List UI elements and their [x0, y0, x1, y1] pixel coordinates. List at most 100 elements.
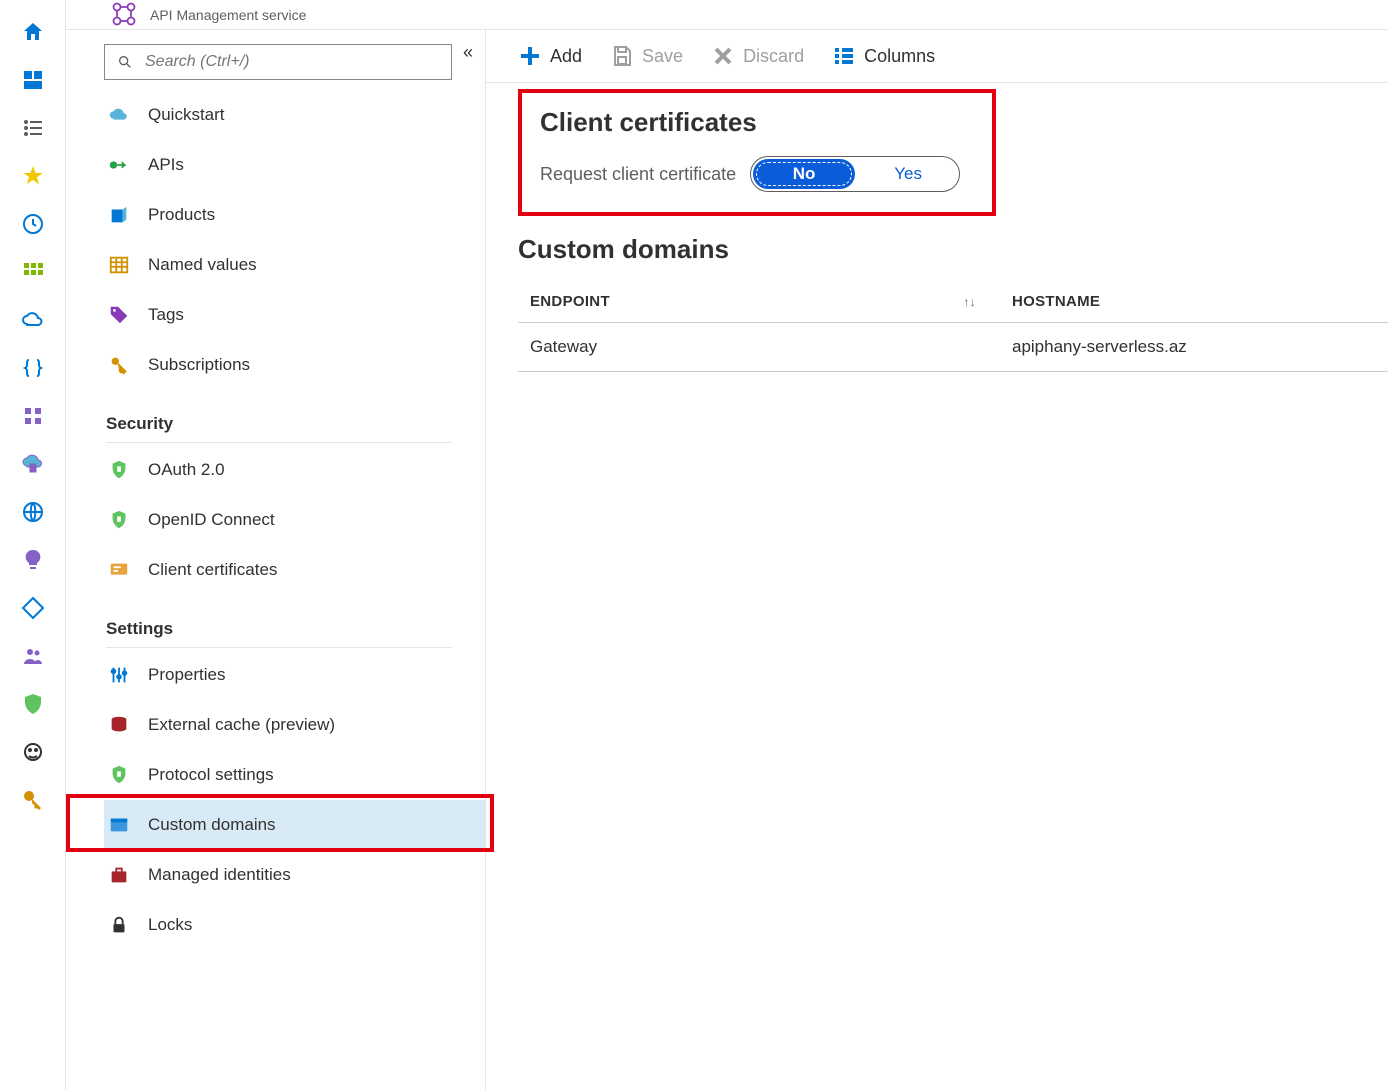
toolbar: Add Save Discard Columns — [486, 30, 1388, 83]
content-panel: Add Save Discard Columns — [486, 30, 1388, 1090]
icon-rail — [0, 0, 66, 1090]
sidebar-item-subscriptions[interactable]: Subscriptions — [104, 340, 485, 390]
diamond-icon[interactable] — [21, 596, 45, 620]
globe-icon[interactable] — [21, 500, 45, 524]
page-header: API Management service — [66, 0, 1388, 30]
request-client-certificate-toggle[interactable]: No Yes — [750, 156, 960, 192]
sidebar-item-managedid[interactable]: Managed identities — [104, 850, 485, 900]
box-icon — [108, 204, 130, 226]
section-header: Settings — [106, 619, 452, 648]
col-hostname-header[interactable]: HOSTNAME — [988, 293, 1388, 310]
lightbulb-icon[interactable] — [21, 548, 45, 572]
key-icon — [108, 354, 130, 376]
clock-icon[interactable] — [21, 212, 45, 236]
columns-button[interactable]: Columns — [832, 44, 935, 68]
sidebar-item-label: Locks — [148, 915, 192, 935]
sidebar-item-label: Products — [148, 205, 215, 225]
client-certificates-title: Client certificates — [540, 107, 974, 138]
briefcase-icon — [108, 864, 130, 886]
lock-icon — [108, 914, 130, 936]
sidebar-item-label: Client certificates — [148, 560, 277, 580]
shield-icon[interactable] — [21, 692, 45, 716]
sliders-icon — [108, 664, 130, 686]
sidebar-item-openid[interactable]: OpenID Connect — [104, 495, 485, 545]
tag-icon — [108, 304, 130, 326]
sidebar-item-label: OpenID Connect — [148, 510, 275, 530]
resource-nav-panel: « Quickstart APIs Products Named values Tags… — [66, 30, 486, 1090]
shield-icon — [108, 459, 130, 481]
sidebar-item-label: OAuth 2.0 — [148, 460, 225, 480]
dashboard-icon[interactable] — [21, 68, 45, 92]
table-icon — [108, 254, 130, 276]
table-header: ENDPOINT ↑↓ HOSTNAME — [518, 281, 1388, 323]
stack-icon — [108, 714, 130, 736]
toggle-no[interactable]: No — [753, 159, 855, 189]
save-icon — [610, 44, 634, 68]
columns-label: Columns — [864, 46, 935, 67]
key-icon[interactable] — [21, 788, 45, 812]
star-icon[interactable] — [21, 164, 45, 188]
sidebar-item-quickstart[interactable]: Quickstart — [104, 90, 485, 140]
plus-icon — [518, 44, 542, 68]
sidebar-item-locks[interactable]: Locks — [104, 900, 485, 950]
cloud-up-icon — [108, 104, 130, 126]
add-button[interactable]: Add — [518, 44, 582, 68]
sidebar-item-customdomains[interactable]: Custom domains — [104, 800, 485, 850]
sidebar-item-namedvalues[interactable]: Named values — [104, 240, 485, 290]
cloud-trash-icon[interactable] — [21, 452, 45, 476]
cell-endpoint: Gateway — [518, 337, 988, 357]
sidebar-item-tags[interactable]: Tags — [104, 290, 485, 340]
sidebar-item-label: Quickstart — [148, 105, 225, 125]
custom-domains-table: ENDPOINT ↑↓ HOSTNAME Gateway apiphany-se… — [518, 281, 1388, 372]
sidebar-item-label: Custom domains — [148, 815, 276, 835]
toggle-yes[interactable]: Yes — [857, 157, 959, 191]
sidebar-item-products[interactable]: Products — [104, 190, 485, 240]
sidebar-item-label: Named values — [148, 255, 257, 275]
discard-label: Discard — [743, 46, 804, 67]
section-header: Security — [106, 414, 452, 443]
home-icon[interactable] — [21, 20, 45, 44]
save-button: Save — [610, 44, 683, 68]
sidebar-item-clientcerts[interactable]: Client certificates — [104, 545, 485, 595]
sidebar-item-oauth[interactable]: OAuth 2.0 — [104, 445, 485, 495]
sidebar-item-label: Tags — [148, 305, 184, 325]
people-icon[interactable] — [21, 644, 45, 668]
sidebar-item-label: APIs — [148, 155, 184, 175]
window-icon — [108, 814, 130, 836]
support-icon[interactable] — [21, 740, 45, 764]
sidebar-item-label: Protocol settings — [148, 765, 274, 785]
sidebar-item-label: Subscriptions — [148, 355, 250, 375]
sidebar-item-externalcache[interactable]: External cache (preview) — [104, 700, 485, 750]
request-client-certificate-label: Request client certificate — [540, 164, 736, 185]
sidebar-item-properties[interactable]: Properties — [104, 650, 485, 700]
grid-icon[interactable] — [21, 260, 45, 284]
header-subtitle: API Management service — [150, 7, 306, 23]
list-icon[interactable] — [21, 116, 45, 140]
col-endpoint-header[interactable]: ENDPOINT ↑↓ — [518, 293, 988, 310]
add-label: Add — [550, 46, 582, 67]
sidebar-item-protocol[interactable]: Protocol settings — [104, 750, 485, 800]
collapse-panel-icon[interactable]: « — [463, 42, 473, 63]
columns-icon — [832, 44, 856, 68]
cubes-icon[interactable] — [21, 404, 45, 428]
cloud-icon[interactable] — [21, 308, 45, 332]
discard-icon — [711, 44, 735, 68]
cert-icon — [108, 559, 130, 581]
search-icon — [117, 54, 133, 70]
custom-domains-title: Custom domains — [518, 234, 1388, 265]
braces-icon[interactable] — [21, 356, 45, 380]
shield-icon — [108, 509, 130, 531]
shield-icon — [108, 764, 130, 786]
sort-arrow-icon[interactable]: ↑↓ — [963, 295, 976, 309]
cell-hostname: apiphany-serverless.az — [988, 337, 1388, 357]
discard-button: Discard — [711, 44, 804, 68]
arrow-right-icon — [108, 154, 130, 176]
sidebar-item-apis[interactable]: APIs — [104, 140, 485, 190]
search-box[interactable] — [104, 44, 452, 80]
sidebar-item-label: External cache (preview) — [148, 715, 335, 735]
table-row[interactable]: Gateway apiphany-serverless.az — [518, 323, 1388, 372]
search-input[interactable] — [145, 53, 439, 71]
client-certificates-section: Client certificates Request client certi… — [518, 89, 996, 216]
save-label: Save — [642, 46, 683, 67]
sidebar-item-label: Managed identities — [148, 865, 291, 885]
